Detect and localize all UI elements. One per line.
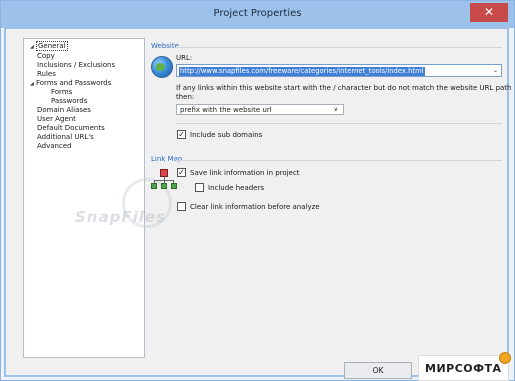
- prefix-select-value: prefix with the website url: [180, 106, 272, 114]
- include-headers-checkbox[interactable]: [195, 183, 204, 192]
- link-map-divider: [176, 160, 502, 161]
- tree-item-additional-urls[interactable]: Additional URL's: [37, 133, 94, 142]
- sitemap-node: [151, 183, 157, 189]
- tree-item-label: Additional URL's: [37, 132, 94, 141]
- close-button[interactable]: ✕: [470, 3, 508, 22]
- tree-item-general[interactable]: ◢ General: [30, 41, 68, 51]
- tree-item-label: User Agent: [37, 114, 76, 123]
- clear-link-info-checkbox[interactable]: [177, 202, 186, 211]
- include-subdomains-checkbox[interactable]: ✓: [177, 130, 186, 139]
- link-map-section-label: Link Map: [151, 155, 183, 163]
- logo-badge: [499, 352, 511, 364]
- tree-item-inclusions-exclusions[interactable]: Inclusions / Exclusions: [37, 61, 115, 70]
- ok-button[interactable]: OK: [344, 362, 412, 379]
- window-title: Project Properties: [213, 8, 302, 19]
- tree-item-user-agent[interactable]: User Agent: [37, 115, 76, 124]
- tree-item-label: General: [36, 41, 68, 51]
- tree-item-forms-and-passwords[interactable]: ◢ Forms and Passwords: [30, 79, 111, 88]
- tree-item-label: Default Documents: [37, 123, 105, 132]
- snapfiles-watermark: SnapFiles: [75, 208, 166, 226]
- include-subdomains-label: Include sub domains: [190, 131, 263, 139]
- clear-link-info-label: Clear link information before analyze: [190, 203, 320, 211]
- subdomain-divider: [176, 123, 502, 124]
- tree-item-label: Forms and Passwords: [36, 78, 112, 87]
- tree-item-label: Copy: [37, 51, 55, 60]
- chevron-down-icon[interactable]: ⌄: [493, 67, 498, 74]
- globe-icon: [151, 56, 173, 78]
- sitemap-node: [161, 183, 167, 189]
- save-link-info-checkbox[interactable]: ✓: [177, 168, 186, 177]
- tree-item-label: Passwords: [51, 96, 88, 105]
- website-divider: [176, 47, 502, 48]
- sitemap-node: [171, 183, 177, 189]
- mirsofta-logo: МИРСОФТА: [418, 352, 511, 381]
- website-section-label: Website: [151, 42, 179, 50]
- tree-item-label: Rules: [37, 69, 56, 78]
- tree-item-label: Inclusions / Exclusions: [37, 60, 116, 69]
- chevron-down-icon[interactable]: ∨: [334, 106, 338, 113]
- links-instruction-text-cont: then:: [176, 93, 195, 101]
- tree-item-passwords[interactable]: Passwords: [51, 97, 87, 106]
- sitemap-icon: [150, 166, 178, 194]
- title-bar[interactable]: Project Properties ✕: [1, 1, 514, 28]
- prefix-select[interactable]: prefix with the website url ∨: [176, 104, 344, 115]
- tree-item-rules[interactable]: Rules: [37, 70, 56, 79]
- sitemap-root: [160, 169, 168, 177]
- tree-item-copy[interactable]: Copy: [37, 52, 55, 61]
- include-headers-label: Include headers: [208, 184, 265, 192]
- url-input[interactable]: http://www.snapfiles.com/freeware/catego…: [176, 64, 502, 77]
- check-icon: ✓: [178, 168, 185, 177]
- check-icon: ✓: [178, 130, 185, 139]
- links-instruction-text: If any links within this website start w…: [176, 84, 512, 92]
- url-value: http://www.snapfiles.com/freeware/catego…: [179, 67, 425, 76]
- logo-text: МИРСОФТА: [425, 362, 502, 375]
- tree-item-advanced[interactable]: Advanced: [37, 142, 72, 151]
- tree-item-forms[interactable]: Forms: [51, 88, 72, 97]
- save-link-info-label: Save link information in project: [190, 169, 300, 177]
- globe-land: [156, 63, 165, 71]
- tree-item-label: Advanced: [37, 141, 72, 150]
- close-icon: ✕: [483, 5, 495, 19]
- tree-item-label: Domain Aliases: [37, 105, 91, 114]
- tree-item-label: Forms: [51, 87, 73, 96]
- tree-item-domain-aliases[interactable]: Domain Aliases: [37, 106, 91, 115]
- tree-item-default-documents[interactable]: Default Documents: [37, 124, 105, 133]
- url-label: URL:: [176, 54, 193, 62]
